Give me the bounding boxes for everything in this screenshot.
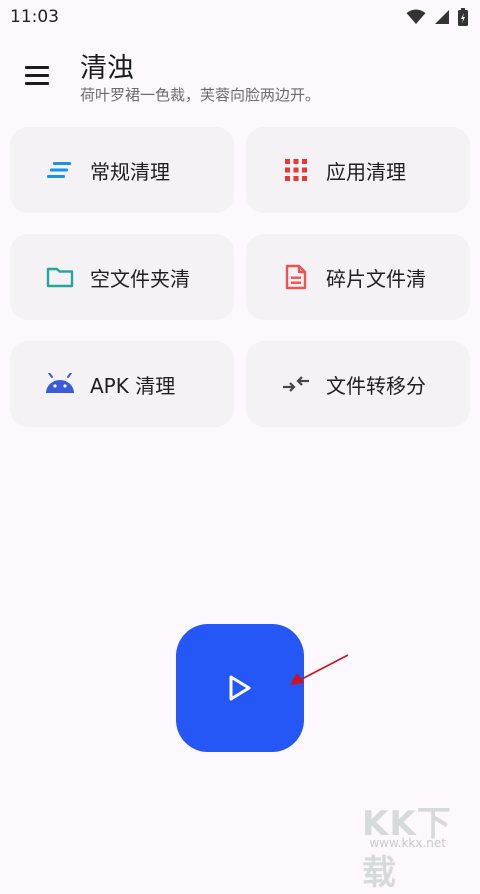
page-title: 清浊 bbox=[80, 53, 134, 84]
card-label: 应用清理 bbox=[326, 159, 406, 184]
card-label: APK 清理 bbox=[90, 373, 176, 398]
card-regular-clean[interactable]: 常规清理 bbox=[10, 127, 234, 213]
status-bar: 11:03 bbox=[0, 0, 480, 34]
signal-icon bbox=[435, 10, 449, 24]
annotation-arrow bbox=[290, 654, 349, 685]
card-empty-folder-clean[interactable]: 空文件夹清 bbox=[10, 234, 234, 320]
transfer-arrows-icon bbox=[274, 371, 318, 397]
card-app-clean[interactable]: 应用清理 bbox=[246, 127, 470, 213]
menu-icon-line bbox=[25, 74, 49, 77]
folder-icon bbox=[38, 264, 82, 290]
watermark-url: www.kkx.net bbox=[369, 836, 446, 850]
app-bar: 清浊 荷叶罗裙一色裁，芙蓉向脸两边开。 bbox=[0, 44, 480, 114]
card-label: 常规清理 bbox=[90, 159, 170, 184]
status-icons bbox=[406, 8, 468, 26]
battery-icon bbox=[458, 8, 468, 26]
card-label: 空文件夹清 bbox=[90, 266, 190, 291]
card-file-transfer[interactable]: 文件转移分 bbox=[246, 341, 470, 427]
card-fragment-file-clean[interactable]: 碎片文件清 bbox=[246, 234, 470, 320]
apps-grid-icon bbox=[274, 157, 318, 183]
lines-icon bbox=[38, 157, 82, 183]
menu-icon bbox=[25, 66, 49, 69]
menu-icon-line bbox=[25, 82, 49, 85]
card-label: 文件转移分 bbox=[326, 373, 426, 398]
watermark: KK下载 www.kkx.net bbox=[362, 796, 474, 893]
menu-button[interactable] bbox=[20, 60, 54, 94]
feature-grid: 常规清理 应用清理 空文件夹清 碎片文件清 APK 清理 文件转移分 bbox=[10, 127, 470, 427]
page-subtitle: 荷叶罗裙一色裁，芙蓉向脸两边开。 bbox=[80, 86, 321, 104]
android-icon bbox=[38, 371, 82, 397]
card-label: 碎片文件清 bbox=[326, 266, 426, 291]
wifi-icon bbox=[406, 9, 426, 24]
document-icon bbox=[274, 264, 318, 290]
card-apk-clean[interactable]: APK 清理 bbox=[10, 341, 234, 427]
status-time: 11:03 bbox=[10, 7, 59, 27]
play-icon bbox=[229, 675, 251, 701]
